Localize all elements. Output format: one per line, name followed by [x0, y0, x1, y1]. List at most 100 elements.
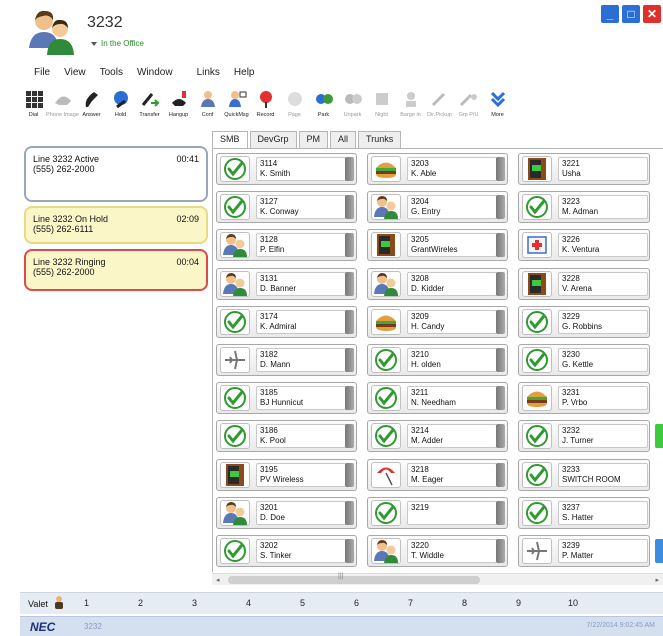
directory-key[interactable]: 3182 D. Mann: [216, 344, 357, 376]
menu-links[interactable]: Links: [197, 67, 220, 85]
toolbar-button-conf[interactable]: Conf: [194, 88, 221, 130]
contact-name: K. Conway: [260, 207, 299, 217]
directory-key[interactable]: 3211 N. Needham: [367, 382, 508, 415]
directory-key[interactable]: 3185 BJ Hunnicut: [216, 382, 357, 415]
directory-key[interactable]: 3201 D. Doe: [216, 496, 357, 529]
minimize-button[interactable]: _: [601, 5, 619, 23]
contact-name: P. Vrbo: [562, 398, 588, 408]
valet-slot[interactable]: 3: [192, 598, 197, 608]
menu-file[interactable]: File: [34, 67, 50, 85]
toolbar-button-unpark[interactable]: Unpark: [339, 88, 366, 130]
directory-key[interactable]: 3186 K. Pool: [216, 420, 357, 453]
extension-number: 3195: [260, 464, 278, 474]
directory-key[interactable]: 3237 S. Hatter: [518, 496, 650, 529]
directory-key[interactable]: 3214 M. Adder: [367, 420, 508, 453]
directory-key[interactable]: 3127 K. Conway: [216, 191, 357, 224]
toolbar-button-night[interactable]: Night: [368, 88, 395, 130]
toolbar-button-grp-p-u[interactable]: Grp P/U: [455, 88, 482, 130]
valet-slot[interactable]: 2: [138, 598, 143, 608]
directory-key[interactable]: 3203 K. Able: [367, 153, 508, 185]
toolbar-button-more[interactable]: More: [484, 88, 511, 130]
directory-key[interactable]: 3239 P. Matter: [518, 535, 650, 567]
call-card-ringing[interactable]: Line 3232 Ringing 00:04 (555) 262-2000: [24, 249, 208, 291]
directory-key[interactable]: 3221 Usha: [518, 153, 650, 185]
call-card-active[interactable]: Line 3232 Active 00:41 (555) 262-2000: [24, 146, 208, 202]
directory-key[interactable]: 3204 G. Entry: [367, 191, 508, 224]
contact-name: N. Needham: [411, 398, 456, 408]
toolbar-label: Page: [288, 112, 301, 118]
valet-slot[interactable]: 1: [84, 598, 89, 608]
extension-number: 3232: [562, 426, 580, 436]
toolbar-button-hold[interactable]: Hold: [107, 88, 134, 130]
toolbar-button-phone-image[interactable]: Phone Image: [46, 88, 79, 130]
valet-slot[interactable]: 10: [568, 598, 578, 608]
tab-all[interactable]: All: [330, 131, 357, 148]
close-button[interactable]: ✕: [643, 5, 661, 23]
toolbar-button-dir-pickup[interactable]: Dir.Pickup: [426, 88, 453, 130]
valet-slot[interactable]: 5: [300, 598, 305, 608]
directory-key[interactable]: 3209 H. Candy: [367, 305, 508, 338]
toolbar-button-hangup[interactable]: Hangup: [165, 88, 192, 130]
tab-trunks[interactable]: Trunks: [358, 131, 402, 148]
scroll-left-icon[interactable]: ◂: [216, 576, 220, 584]
directory-key[interactable]: 3219: [367, 496, 508, 529]
toolbar-button-park[interactable]: Park: [310, 88, 337, 130]
directory-key[interactable]: 3128 P. Elfin: [216, 229, 357, 262]
valet-slot[interactable]: 8: [462, 598, 467, 608]
maximize-button[interactable]: □: [622, 5, 640, 23]
directory-key[interactable]: 3114 K. Smith: [216, 153, 357, 185]
horizontal-scrollbar[interactable]: ◂ ||| ▸: [212, 573, 663, 585]
status-available-icon: [522, 308, 552, 335]
menu-window[interactable]: Window: [137, 67, 173, 85]
scroll-right-icon[interactable]: ▸: [655, 576, 659, 584]
call-number: (555) 262-6111: [33, 224, 94, 234]
directory-key-label: 3131 D. Banner: [256, 271, 346, 296]
tab-devgrp[interactable]: DevGrp: [249, 131, 297, 148]
status-out-icon: [522, 156, 552, 182]
scroll-thumb[interactable]: |||: [228, 573, 480, 584]
toolbar-button-answer[interactable]: Answer: [78, 88, 105, 130]
directory-key[interactable]: 3131 D. Banner: [216, 267, 357, 300]
directory-key-label: 3208 D. Kidder: [407, 271, 497, 296]
directory-key[interactable]: 3231 P. Vrbo: [518, 382, 650, 415]
call-card-hold[interactable]: Line 3232 On Hold 02:09 (555) 262-6111: [24, 206, 208, 244]
contact-name: D. Doe: [260, 512, 285, 522]
directory-key[interactable]: 3228 V. Arena: [518, 267, 650, 300]
tab-pm[interactable]: PM: [298, 131, 329, 148]
menu-help[interactable]: Help: [234, 67, 255, 85]
valet-slot[interactable]: 4: [246, 598, 251, 608]
extension-number: 3223: [562, 197, 580, 207]
tab-smb[interactable]: SMB: [212, 131, 248, 148]
toolbar-button-dial[interactable]: Dial: [20, 88, 47, 130]
toolbar-button-record[interactable]: Record: [252, 88, 279, 130]
directory-key[interactable]: 3220 T. Widdle: [367, 535, 508, 567]
valet-slot[interactable]: 7: [408, 598, 413, 608]
directory-key[interactable]: 3229 G. Robbins: [518, 305, 650, 338]
directory-key[interactable]: 3202 S. Tinker: [216, 535, 357, 567]
directory-key[interactable]: 3226 K. Ventura: [518, 229, 650, 262]
toolbar-button-page[interactable]: Page: [281, 88, 308, 130]
valet-slot[interactable]: 9: [516, 598, 521, 608]
directory-key[interactable]: 3205 GrantWireles: [367, 229, 508, 262]
toolbar-button-transfer[interactable]: Transfer: [136, 88, 163, 130]
menu-tools[interactable]: Tools: [100, 67, 123, 85]
directory-key[interactable]: 3232 J. Turner: [518, 420, 650, 453]
toolbar-button-quickmsg[interactable]: QuickMsg: [223, 88, 250, 130]
user-avatar-icon[interactable]: [27, 8, 77, 56]
directory-key[interactable]: 3174 K. Admiral: [216, 305, 357, 338]
directory-key[interactable]: 3230 G. Kettle: [518, 344, 650, 376]
status-extension: 3232: [84, 622, 102, 631]
toolbar-label: QuickMsg: [224, 112, 249, 118]
directory-key[interactable]: 3218 M. Eager: [367, 458, 508, 491]
directory-key[interactable]: 3208 D. Kidder: [367, 267, 508, 300]
presence-selector[interactable]: In the Office: [91, 39, 144, 48]
status-available-icon: [220, 308, 250, 335]
status-available-icon: [371, 423, 401, 450]
directory-key[interactable]: 3223 M. Adman: [518, 191, 650, 224]
menu-view[interactable]: View: [64, 67, 86, 85]
toolbar-button-barge-in[interactable]: Barge in: [397, 88, 424, 130]
valet-slot[interactable]: 6: [354, 598, 359, 608]
directory-key[interactable]: 3210 H. olden: [367, 344, 508, 376]
directory-key[interactable]: 3233 SWITCH ROOM: [518, 458, 650, 491]
directory-key[interactable]: 3195 PV Wireless: [216, 458, 357, 491]
